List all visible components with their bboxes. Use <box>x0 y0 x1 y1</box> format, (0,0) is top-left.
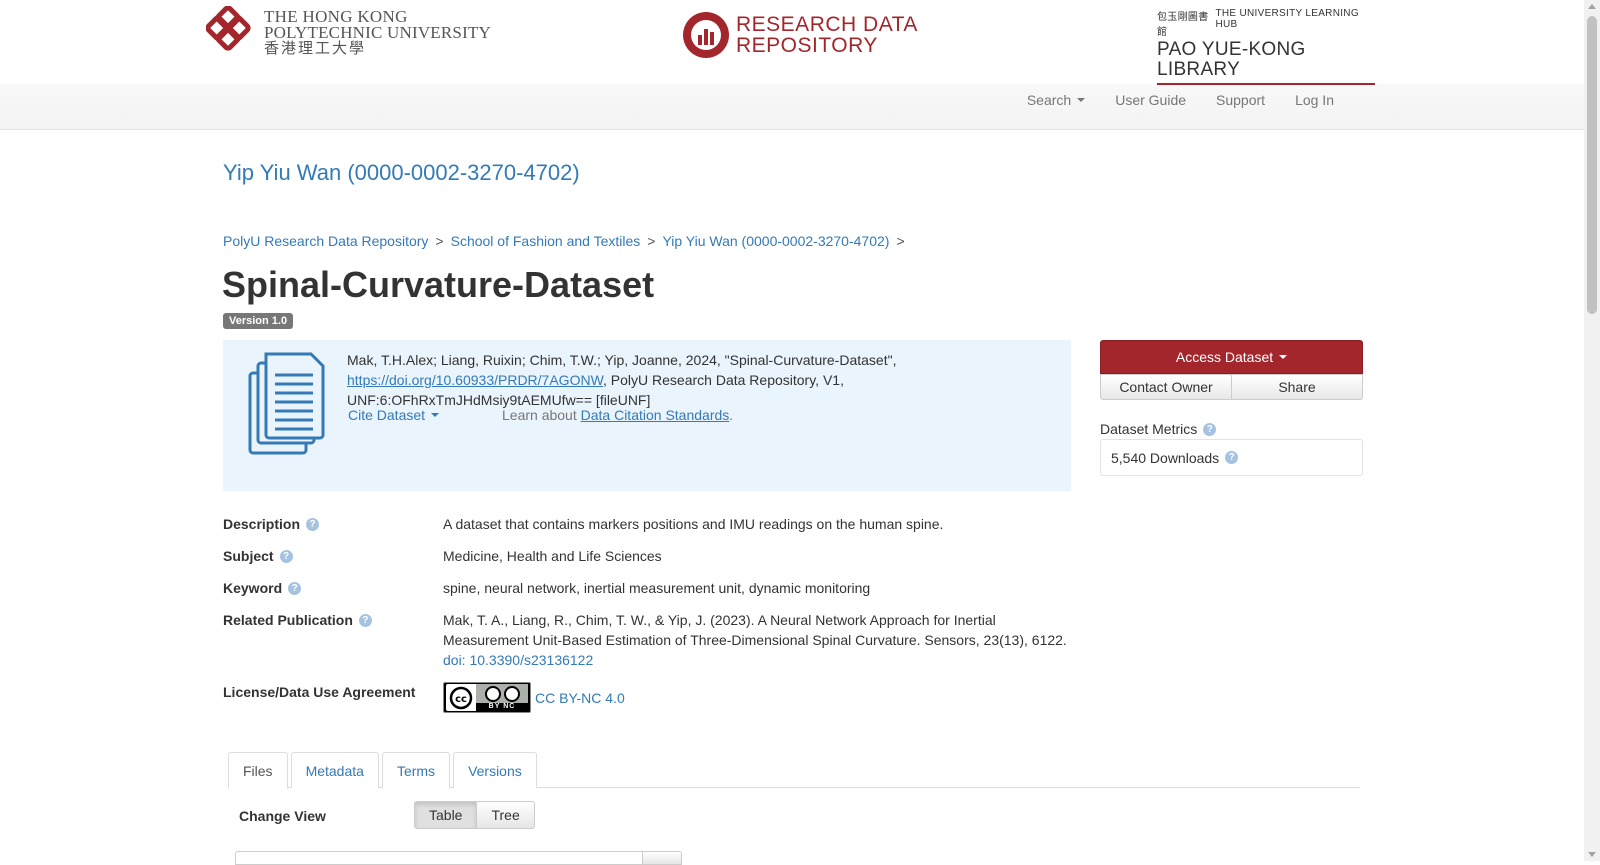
tab-versions[interactable]: Versions <box>453 752 537 788</box>
metadata-row-license: License/Data Use Agreement cc BY NC CC B… <box>223 682 1073 713</box>
downloads-count: 5,540 Downloads <box>1111 449 1220 466</box>
library-logo-tagline: THE UNIVERSITY LEARNING HUB <box>1215 8 1359 30</box>
file-search-input[interactable] <box>235 851 643 865</box>
change-view-label: Change View <box>239 808 326 824</box>
citation-text: Mak, T.H.Alex; Liang, Ruixin; Chim, T.W.… <box>347 350 1057 410</box>
related-publication-doi-link[interactable]: doi: 10.3390/s23136122 <box>443 652 593 668</box>
question-circle-icon[interactable]: ? <box>1203 422 1217 436</box>
polyu-logo[interactable]: THE HONG KONG POLYTECHNIC UNIVERSITY 香港理… <box>206 6 491 60</box>
nav-search-label: Search <box>1026 92 1072 108</box>
caret-down-icon <box>431 413 440 417</box>
polyu-logo-line2: POLYTECHNIC UNIVERSITY <box>264 23 491 42</box>
cc-badge-text: BY NC <box>476 703 528 711</box>
question-circle-icon[interactable]: ? <box>1225 451 1239 464</box>
scroll-up-icon[interactable] <box>1588 4 1596 9</box>
svg-text:cc: cc <box>455 694 467 705</box>
cc-logo-icon: cc <box>449 686 473 709</box>
breadcrumb-item-school[interactable]: School of Fashion and Textiles <box>451 233 641 249</box>
metadata-row-subject: Subject? Medicine, Health and Life Scien… <box>223 546 1073 566</box>
page-scrollbar[interactable] <box>1584 0 1600 861</box>
file-search-button[interactable] <box>642 851 682 865</box>
version-badge: Version 1.0 <box>223 313 294 329</box>
main-nav: Search User Guide Support Log In <box>997 92 1334 108</box>
license-link[interactable]: CC BY-NC 4.0 <box>535 688 625 708</box>
question-circle-icon[interactable]: ? <box>279 550 293 563</box>
dataset-metrics-box: 5,540 Downloads ? <box>1100 439 1363 476</box>
breadcrumb-separator: > <box>435 233 444 249</box>
site-header: THE HONG KONG POLYTECHNIC UNIVERSITY 香港理… <box>0 0 1584 130</box>
question-circle-icon[interactable]: ? <box>306 518 320 531</box>
question-circle-icon[interactable]: ? <box>288 582 302 595</box>
access-dataset-button[interactable]: Access Dataset <box>1100 340 1363 374</box>
nav-user-guide[interactable]: User Guide <box>1115 92 1186 108</box>
polyu-logo-line3: 香港理工大學 <box>264 41 367 57</box>
polyu-emblem-icon <box>206 6 251 51</box>
learn-prefix: Learn about <box>502 407 581 423</box>
view-table-button[interactable]: Table <box>414 801 478 829</box>
cite-dataset-label: Cite Dataset <box>348 407 426 423</box>
share-button[interactable]: Share <box>1232 374 1363 400</box>
metadata-row-keyword: Keyword? spine, neural network, inertial… <box>223 578 1073 598</box>
keyword-label: Keyword <box>223 580 283 596</box>
library-logo-chinese: 包玉剛圖書館 <box>1157 12 1209 38</box>
metadata-row-description: Description? A dataset that contains mar… <box>223 514 1073 534</box>
tab-metadata[interactable]: Metadata <box>290 752 379 788</box>
dataverse-name-link[interactable]: Yip Yiu Wan (0000-0002-3270-4702) <box>223 160 580 186</box>
library-logo[interactable]: 包玉剛圖書館 THE UNIVERSITY LEARNING HUB PAO Y… <box>1157 8 1375 85</box>
rdr-logo-line1: RESEARCH DATA <box>736 13 918 36</box>
documents-stack-icon <box>248 352 325 455</box>
rdr-logo[interactable]: RESEARCH DATA REPOSITORY <box>680 9 918 61</box>
dataset-metrics-label: Dataset Metrics ? <box>1100 421 1217 437</box>
description-label: Description <box>223 516 301 532</box>
license-label: License/Data Use Agreement <box>223 684 416 700</box>
data-citation-standards-link[interactable]: Data Citation Standards <box>581 407 730 423</box>
breadcrumb-separator: > <box>896 233 905 249</box>
nav-search-dropdown[interactable]: Search <box>1026 92 1086 108</box>
nav-login[interactable]: Log In <box>1295 92 1334 108</box>
related-publication-label: Related Publication <box>223 612 353 628</box>
dataset-metrics-title: Dataset Metrics <box>1100 421 1198 437</box>
tab-files[interactable]: Files <box>228 752 288 789</box>
learn-about-citation: Learn about Data Citation Standards. <box>502 407 733 423</box>
subject-label: Subject <box>223 548 274 564</box>
view-toggle-group: Table Tree <box>414 801 535 829</box>
citation-box: Mak, T.H.Alex; Liang, Ruixin; Chim, T.W.… <box>223 340 1071 491</box>
citation-authors: Mak, T.H.Alex; Liang, Ruixin; Chim, T.W.… <box>347 352 897 368</box>
library-logo-rule <box>1157 83 1375 85</box>
breadcrumb: PolyU Research Data Repository > School … <box>223 233 912 249</box>
library-logo-name: PAO YUE-KONG LIBRARY <box>1157 39 1306 80</box>
question-circle-icon[interactable]: ? <box>358 614 372 627</box>
breadcrumb-separator: > <box>647 233 656 249</box>
learn-suffix: . <box>729 407 734 423</box>
metadata-row-related-publication: Related Publication? Mak, T. A., Liang, … <box>223 610 1073 670</box>
rdr-logo-line2: REPOSITORY <box>736 34 878 57</box>
access-dataset-label: Access Dataset <box>1175 349 1274 365</box>
page-title: Spinal-Curvature-Dataset <box>222 264 655 305</box>
subject-value: Medicine, Health and Life Sciences <box>443 548 662 564</box>
dataset-tabs: Files Metadata Terms Versions <box>228 752 1360 789</box>
breadcrumb-item-dataverse[interactable]: Yip Yiu Wan (0000-0002-3270-4702) <box>662 233 889 249</box>
cc-by-nc-badge-icon[interactable]: cc BY NC <box>443 682 531 713</box>
cc-by-icon <box>484 686 501 702</box>
citation-doi-link[interactable]: https://doi.org/10.60933/PRDR/7AGONW <box>347 372 603 388</box>
description-value: A dataset that contains markers position… <box>443 516 944 532</box>
dataset-summary-metadata: Description? A dataset that contains mar… <box>223 514 1073 725</box>
rdr-emblem-icon <box>683 12 729 58</box>
tab-terms[interactable]: Terms <box>381 752 451 788</box>
scrollbar-thumb[interactable] <box>1587 16 1597 314</box>
nav-support[interactable]: Support <box>1216 92 1265 108</box>
keyword-value: spine, neural network, inertial measurem… <box>443 580 871 596</box>
caret-down-icon <box>1077 98 1086 102</box>
view-tree-button[interactable]: Tree <box>477 801 535 829</box>
owner-share-button-group: Contact Owner Share <box>1100 374 1363 400</box>
cc-nc-icon <box>503 686 520 702</box>
related-publication-value: Mak, T. A., Liang, R., Chim, T. W., & Yi… <box>443 612 1067 648</box>
cite-dataset-dropdown[interactable]: Cite Dataset <box>348 407 440 423</box>
caret-down-icon <box>1279 355 1288 359</box>
breadcrumb-item-repository[interactable]: PolyU Research Data Repository <box>223 233 428 249</box>
contact-owner-button[interactable]: Contact Owner <box>1100 374 1232 400</box>
scroll-down-icon[interactable] <box>1588 852 1596 857</box>
